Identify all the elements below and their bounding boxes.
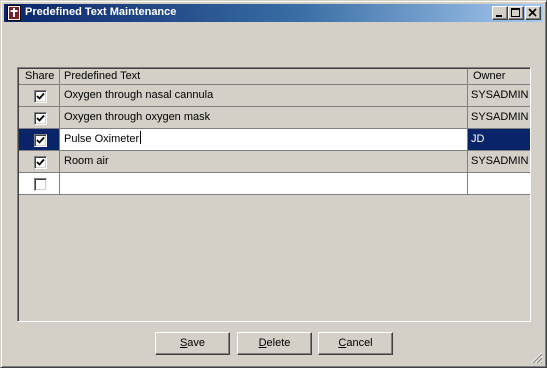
predefined-text-grid[interactable]: Share Predefined Text Owner Oxygen throu… (17, 67, 531, 322)
share-checkbox[interactable] (34, 156, 47, 169)
resize-grip-icon[interactable] (531, 352, 543, 364)
title-bar[interactable]: Predefined Text Maintenance (4, 4, 543, 22)
owner-cell[interactable]: SYSADMIN (468, 85, 530, 107)
owner-cell[interactable]: SYSADMIN (468, 107, 530, 129)
delete-button[interactable]: Delete (237, 332, 312, 355)
close-button[interactable] (525, 6, 541, 20)
share-cell[interactable] (19, 107, 60, 129)
share-cell[interactable] (19, 85, 60, 107)
predefined-text-cell[interactable]: Oxygen through oxygen mask (60, 107, 468, 129)
checkmark-icon (36, 158, 45, 166)
minimize-button[interactable] (492, 6, 508, 20)
table-row[interactable]: Oxygen through nasal cannula SYSADMIN (19, 85, 530, 107)
owner-cell[interactable] (468, 173, 530, 195)
predefined-text-cell[interactable]: Room air (60, 151, 468, 173)
share-checkbox[interactable] (34, 112, 47, 125)
window-title: Predefined Text Maintenance (25, 6, 177, 18)
checkmark-icon (36, 136, 45, 144)
predefined-text-window: Predefined Text Maintenance Share Predef… (0, 0, 547, 368)
share-checkbox[interactable] (34, 178, 47, 191)
text-caret (140, 131, 142, 144)
share-cell[interactable] (19, 129, 60, 151)
table-row[interactable]: Room air SYSADMIN (19, 151, 530, 173)
checkmark-icon (36, 92, 45, 100)
maximize-icon (511, 8, 520, 17)
share-checkbox[interactable] (34, 134, 47, 147)
share-checkbox[interactable] (34, 90, 47, 103)
column-header-share[interactable]: Share (19, 69, 60, 85)
table-row[interactable]: Oxygen through oxygen mask SYSADMIN (19, 107, 530, 129)
table-row-selected[interactable]: Pulse Oximeter JD (19, 129, 530, 151)
predefined-text-cell[interactable] (60, 173, 468, 195)
save-button[interactable]: Save (155, 332, 230, 355)
owner-cell[interactable]: JD (468, 129, 530, 151)
column-header-predefined-text[interactable]: Predefined Text (60, 69, 468, 85)
share-cell[interactable] (19, 151, 60, 173)
close-icon (528, 8, 537, 17)
new-row[interactable] (19, 173, 530, 195)
predefined-text-editor[interactable]: Pulse Oximeter (60, 129, 468, 151)
share-cell[interactable] (19, 173, 60, 195)
checkmark-icon (36, 114, 45, 122)
app-document-icon (7, 5, 21, 21)
grid-header: Share Predefined Text Owner (19, 69, 530, 85)
predefined-text-edit-value[interactable]: Pulse Oximeter (64, 133, 139, 145)
maximize-button[interactable] (508, 6, 524, 20)
minimize-icon (496, 15, 502, 17)
predefined-text-cell[interactable]: Oxygen through nasal cannula (60, 85, 468, 107)
cancel-button[interactable]: Cancel (318, 332, 393, 355)
owner-cell[interactable]: SYSADMIN (468, 151, 530, 173)
column-header-owner[interactable]: Owner (468, 69, 530, 85)
